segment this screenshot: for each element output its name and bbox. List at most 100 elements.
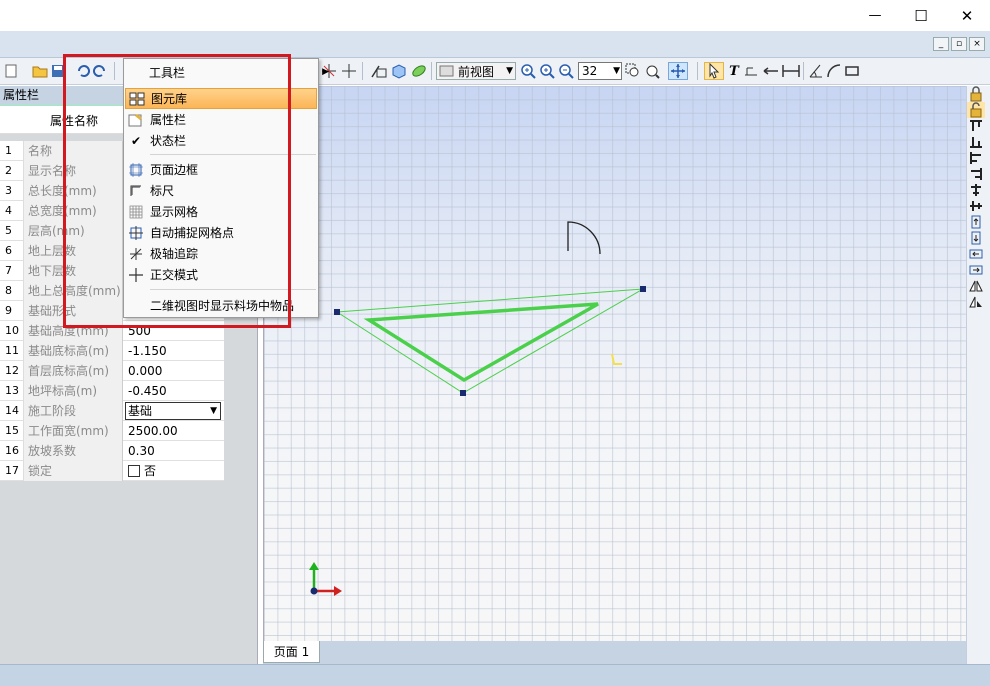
align-right-icon[interactable]	[967, 166, 985, 182]
linear-dimension-icon[interactable]	[781, 62, 801, 80]
property-value[interactable]: -1.150	[124, 341, 224, 361]
property-name: 地坪标高(m)	[23, 381, 123, 401]
property-value[interactable]: -0.450	[124, 381, 224, 401]
maximize-button[interactable]: ☐	[898, 0, 944, 31]
chevron-down-icon: ▼	[506, 66, 513, 76]
align-bottom-icon[interactable]	[967, 134, 985, 150]
property-name: 首层底标高(m)	[23, 361, 123, 381]
angle-dimension-icon[interactable]	[808, 62, 824, 80]
draw-line-icon[interactable]	[369, 62, 389, 80]
property-row-number: 5	[5, 224, 12, 237]
mdi-close-button[interactable]: ×	[969, 37, 985, 51]
align-center-vertical-icon[interactable]	[967, 182, 985, 198]
property-row-number: 17	[5, 464, 19, 477]
arc-tool-icon[interactable]	[826, 62, 842, 80]
property-row-number: 6	[5, 244, 12, 257]
distribute-down-icon[interactable]	[967, 230, 985, 246]
lock-icon[interactable]	[967, 86, 985, 102]
origin-axes-icon	[310, 587, 318, 595]
property-row-number: 9	[5, 304, 12, 317]
property-name: 基础底标高(m)	[23, 341, 123, 361]
dimension-text-icon[interactable]	[743, 62, 759, 80]
property-row-number: 3	[5, 184, 12, 197]
property-value[interactable]: 0.000	[124, 361, 224, 381]
zoom-fit-icon[interactable]	[520, 62, 536, 80]
property-name: 施工阶段	[23, 401, 123, 421]
property-row-number: 1	[5, 144, 12, 157]
unlock-icon[interactable]	[967, 102, 985, 118]
distribute-up-icon[interactable]	[967, 214, 985, 230]
arrow-left-icon[interactable]	[762, 62, 780, 80]
mdi-minimize-button[interactable]: _	[933, 37, 949, 51]
right-vertical-toolbar	[966, 86, 990, 664]
minimize-button[interactable]: —	[852, 0, 898, 31]
chevron-down-icon: ▼	[210, 406, 217, 416]
pan-icon[interactable]	[668, 62, 688, 80]
distribute-left-icon[interactable]	[967, 246, 985, 262]
triangle-shape	[363, 302, 599, 383]
property-name: 锁定	[23, 461, 123, 481]
property-row-number: 13	[5, 384, 19, 397]
zoom-out-icon[interactable]	[558, 62, 574, 80]
property-row-number: 4	[5, 204, 12, 217]
cube-icon[interactable]	[390, 62, 408, 80]
selection-handle	[460, 390, 466, 396]
title-bar: — ☐ ✕	[0, 0, 990, 31]
property-name: 工作面宽(mm)	[23, 421, 123, 441]
distribute-right-icon[interactable]	[967, 262, 985, 278]
view-select[interactable]: 前视图 ▼	[436, 62, 516, 80]
select-pointer-icon[interactable]	[704, 62, 724, 80]
highlight-annotation-box	[63, 54, 291, 328]
new-file-icon[interactable]	[4, 62, 18, 80]
property-row-number: 15	[5, 424, 19, 437]
rectangle-tool-icon[interactable]	[844, 62, 860, 80]
property-row-number: 10	[5, 324, 19, 337]
render-icon[interactable]	[410, 62, 428, 80]
property-row: 16 放坡系数 0.30	[0, 441, 224, 461]
lock-checkbox[interactable]	[128, 465, 140, 477]
mdi-restore-button[interactable]: ▫	[951, 37, 967, 51]
property-value[interactable]: 0.30	[124, 441, 224, 461]
property-row-number: 12	[5, 364, 19, 377]
property-row: 11 基础底标高(m) -1.150	[0, 341, 224, 361]
property-row-number: 2	[5, 164, 12, 177]
page-tab-1[interactable]: 页面 1	[263, 641, 320, 663]
open-folder-icon[interactable]	[31, 62, 49, 80]
arc-shape	[567, 221, 601, 255]
property-row-number: 7	[5, 264, 12, 277]
zoom-in-icon[interactable]	[539, 62, 555, 80]
chevron-right-icon: ▶	[322, 67, 329, 77]
flip-vertical-icon[interactable]	[967, 294, 985, 310]
align-left-icon[interactable]	[967, 150, 985, 166]
property-row: 14 施工阶段 基础 ▼	[0, 401, 224, 421]
selection-handle	[334, 309, 340, 315]
property-row: 17 锁定否	[0, 461, 224, 481]
crosshair-icon[interactable]	[341, 62, 357, 80]
align-top-icon[interactable]	[967, 118, 985, 134]
zoom-level-select[interactable]: 32 ▼	[578, 62, 622, 80]
construction-stage-select[interactable]: 基础 ▼	[125, 402, 221, 420]
chevron-down-icon: ▼	[613, 66, 620, 76]
drawing-canvas[interactable]	[263, 86, 966, 641]
property-value[interactable]: 2500.00	[124, 421, 224, 441]
property-row-number: 14	[5, 404, 19, 417]
status-bar	[0, 664, 990, 686]
property-value[interactable]: 基础 ▼	[124, 401, 224, 421]
property-row: 13 地坪标高(m) -0.450	[0, 381, 224, 401]
cursor-marker	[611, 353, 622, 365]
property-row: 15 工作面宽(mm) 2500.00	[0, 421, 224, 441]
zoom-previous-icon[interactable]	[643, 62, 661, 80]
text-tool-icon[interactable]: T	[727, 62, 741, 80]
selection-handle	[640, 286, 646, 292]
page-tab-strip: 页面 1	[263, 641, 966, 664]
flip-horizontal-icon[interactable]	[967, 278, 985, 294]
property-row-number: 11	[5, 344, 19, 357]
property-row-number: 16	[5, 444, 19, 457]
zoom-window-icon[interactable]	[624, 62, 642, 80]
property-row: 12 首层底标高(m) 0.000	[0, 361, 224, 381]
close-button[interactable]: ✕	[944, 0, 990, 31]
property-row-number: 8	[5, 284, 12, 297]
property-name: 放坡系数	[23, 441, 123, 461]
property-value[interactable]: 否	[124, 461, 224, 481]
align-center-horizontal-icon[interactable]	[967, 198, 985, 214]
